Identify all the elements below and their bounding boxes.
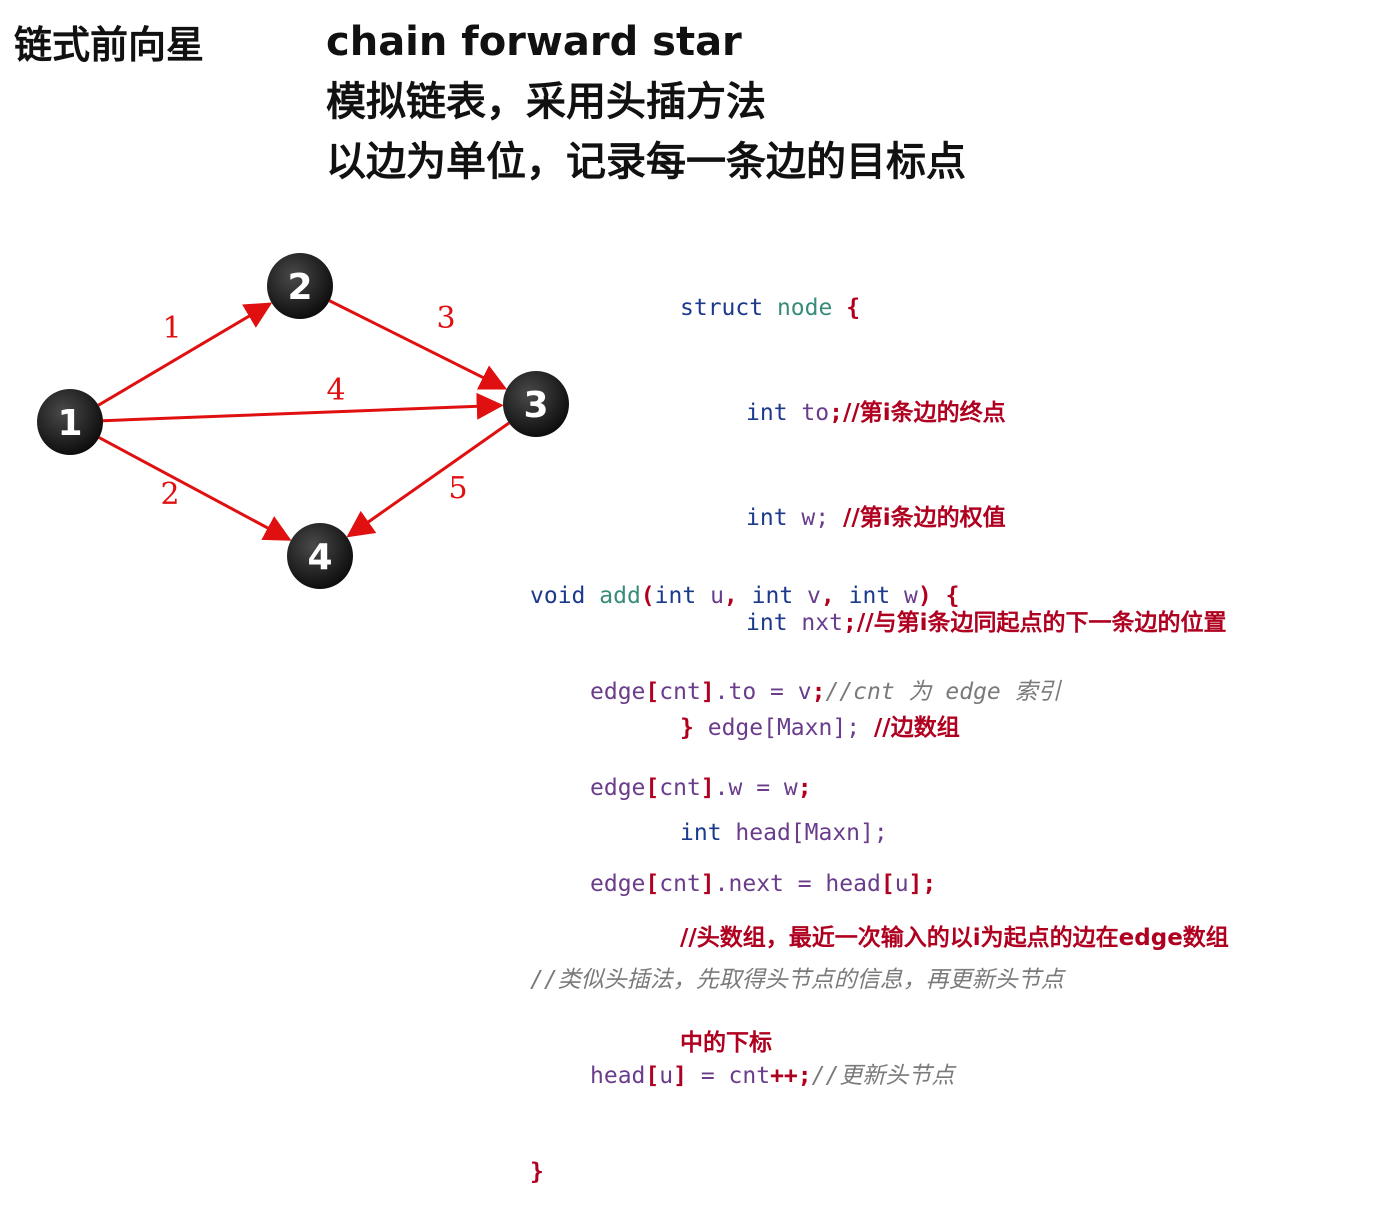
edge-weight-label: 1 [162, 311, 181, 346]
edge-1-to-3 [102, 392, 504, 423]
edge-weight-label: 5 [448, 471, 467, 506]
type-int: int [746, 400, 788, 426]
brace-open: { [945, 583, 960, 609]
increment-op: ++ [770, 1063, 798, 1089]
bracket-close: ] [700, 679, 715, 705]
ident-cnt: cnt [659, 775, 701, 801]
bracket-open: [ [645, 679, 660, 705]
semicolon: ; [797, 1063, 812, 1089]
ident-edge: edge [590, 871, 646, 897]
bracket-open: [ [645, 775, 660, 801]
param-v: v [807, 583, 821, 609]
comment-head-insert: //类似头插法，先取得头节点的信息，再更新头节点 [530, 967, 1064, 993]
code-line-set-next: edge[cnt].next = head[u]; [530, 868, 1064, 900]
field-to: to [801, 400, 830, 426]
comma: , [723, 583, 738, 609]
type-int: int [751, 583, 794, 609]
node-label: 4 [307, 537, 332, 578]
bracket-close: ] [673, 1063, 687, 1089]
code-line-head-insert-comment: //类似头插法，先取得头节点的信息，再更新头节点 [530, 964, 1064, 996]
edge-weight-label: 2 [160, 477, 179, 512]
keyword-struct: struct [680, 295, 764, 321]
bracket-open: [ [645, 1063, 660, 1089]
ident-cnt: cnt [659, 679, 701, 705]
node-label: 2 [287, 267, 312, 308]
semicolon: ; [829, 400, 843, 426]
code-line-signature: void add(int u, int v, int w) { [530, 580, 1064, 612]
code-line-set-w: edge[cnt].w = w; [530, 772, 1064, 804]
code-line-update-head: head[u] = cnt++;//更新头节点 [530, 1060, 1064, 1092]
semicolon: ; [797, 775, 812, 801]
paren-close: ) [917, 583, 932, 609]
edge-1-to-2 [97, 302, 273, 407]
comment-update-head: //更新头节点 [811, 1063, 955, 1089]
edge-1-to-4 [98, 436, 292, 541]
ident-u: u [894, 871, 909, 897]
edge-weight-label: 3 [436, 301, 455, 336]
keyword-void: void [530, 583, 586, 609]
ident-u: u [659, 1063, 674, 1089]
graph-node-1: 1 [37, 389, 103, 455]
assign-to: .to = v [714, 679, 812, 705]
assign-next: .next = head [714, 871, 881, 897]
code-line-to: int to;//第i条边的终点 [680, 396, 1229, 431]
code-line-struct: struct node { [680, 291, 1229, 326]
code-line-close: } [530, 1156, 1064, 1188]
ident-edge: edge [590, 679, 646, 705]
type-int: int [848, 583, 891, 609]
param-u: u [710, 583, 724, 609]
semicolon: ; [811, 679, 826, 705]
semicolon: ; [922, 871, 937, 897]
node-label: 1 [57, 403, 82, 444]
ident-cnt: cnt [659, 871, 701, 897]
add-function-code-block: void add(int u, int v, int w) { edge[cnt… [530, 516, 1064, 1220]
comment-to: //第i条边的终点 [842, 400, 1006, 426]
struct-name: node [776, 295, 833, 321]
ident-head: head [590, 1063, 646, 1089]
comma: , [820, 583, 835, 609]
bracket-open: [ [880, 871, 895, 897]
brace-close: } [530, 1159, 544, 1185]
edge-weight-label: 4 [326, 373, 345, 408]
comment-cnt-index: //cnt 为 edge 索引 [825, 679, 1061, 705]
bracket-close: ] [700, 871, 715, 897]
type-int: int [654, 583, 697, 609]
graph-node-4: 4 [287, 523, 353, 589]
param-w: w [904, 583, 918, 609]
assign-w: .w = w [714, 775, 798, 801]
code-line-set-to: edge[cnt].to = v;//cnt 为 edge 索引 [530, 676, 1064, 708]
ident-edge: edge [590, 775, 646, 801]
paren-open: ( [640, 583, 655, 609]
graph-node-3: 3 [503, 371, 569, 437]
assign-cnt: = cnt [686, 1063, 771, 1089]
node-label: 3 [523, 385, 548, 426]
edge-3-to-4 [346, 421, 510, 538]
edge-2-to-3 [328, 299, 508, 390]
bracket-close: ] [700, 775, 715, 801]
brace-open: { [846, 295, 861, 321]
graph-node-2: 2 [267, 253, 333, 319]
function-name: add [599, 583, 641, 609]
bracket-open: [ [645, 871, 660, 897]
bracket-close: ] [908, 871, 923, 897]
